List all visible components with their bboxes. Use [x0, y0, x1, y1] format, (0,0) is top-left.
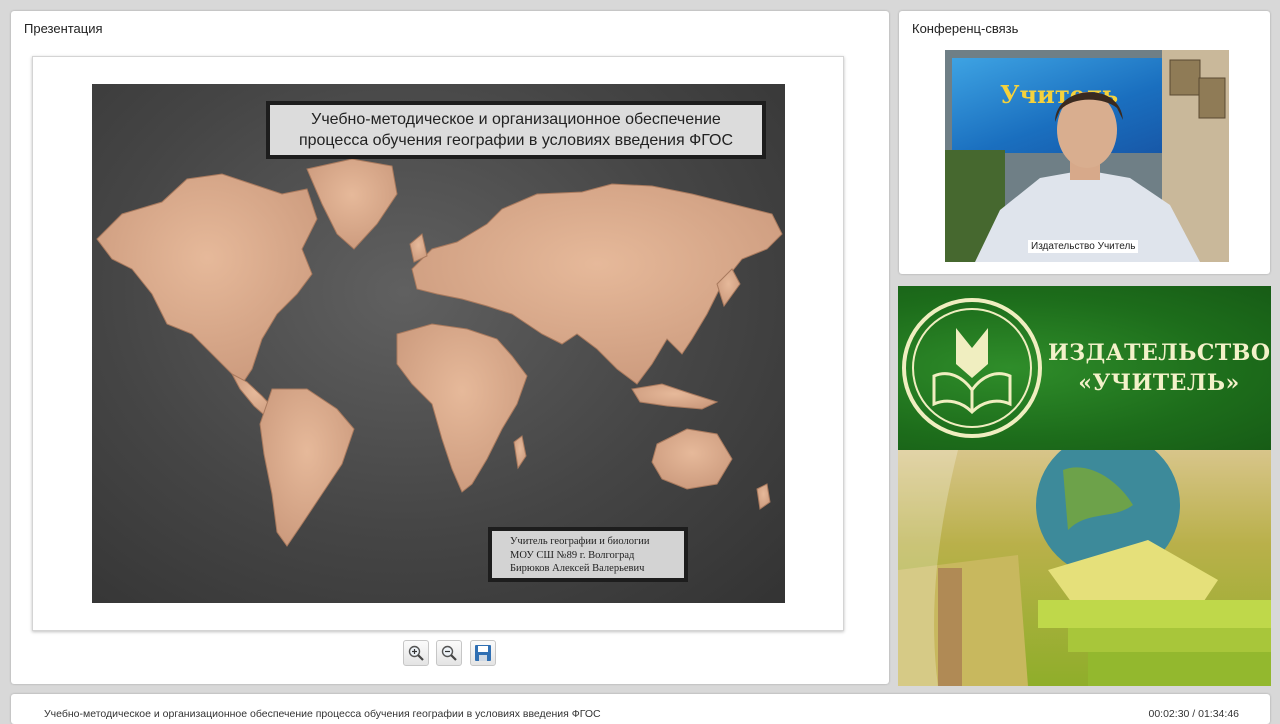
presentation-slide: Учебно-методическое и организационное об…: [92, 84, 785, 603]
slide-title-line1: Учебно-методическое и организационное об…: [311, 111, 721, 128]
save-button[interactable]: [470, 640, 496, 666]
zoom-out-button[interactable]: [436, 640, 462, 666]
publisher-banner-top: ИЗДАТЕЛЬСТВО «УЧИТЕЛЬ»: [898, 286, 1271, 450]
world-map-image: [96, 158, 783, 547]
slide-title-line2: процесса обучения географии в условиях в…: [298, 132, 734, 149]
conference-panel-title: Конференц-связь: [912, 21, 1019, 36]
author-info: Учитель географии и биологии МОУ СШ №89 …: [492, 531, 684, 578]
video-label: Издательство Учитель: [1028, 240, 1139, 253]
publisher-name-line1: ИЗДАТЕЛЬСТВО: [1048, 340, 1271, 366]
author-line3: Бирюков Алексей Валерьевич: [510, 563, 645, 574]
presentation-panel-title: Презентация: [24, 21, 103, 36]
slide-frame: Учебно-методическое и организационное об…: [32, 56, 844, 631]
publisher-banner: ИЗДАТЕЛЬСТВО «УЧИТЕЛЬ»: [898, 286, 1271, 686]
zoom-in-button[interactable]: [403, 640, 429, 666]
books-globe-image: [898, 450, 1271, 686]
slide-title-box: Учебно-методическое и организационное об…: [266, 101, 766, 159]
zoom-in-icon: [408, 645, 424, 661]
author-line1: Учитель географии и биологии: [510, 536, 650, 547]
publisher-name: ИЗДАТЕЛЬСТВО «УЧИТЕЛЬ»: [1048, 338, 1270, 398]
video-feed[interactable]: Учитель Издательство Учитель: [945, 50, 1229, 262]
author-box: Учитель географии и биологии МОУ СШ №89 …: [488, 527, 688, 582]
speaker-image: [945, 50, 1229, 262]
presentation-caption: Учебно-методическое и организационное об…: [44, 708, 601, 720]
save-icon: [475, 645, 491, 661]
publisher-logo-icon: [902, 298, 1042, 438]
presentation-panel: Презентация Учебно-методическое и органи…: [11, 11, 889, 684]
author-line2: МОУ СШ №89 г. Волгоград: [510, 549, 635, 561]
publisher-name-line2: «УЧИТЕЛЬ»: [1078, 370, 1240, 396]
zoom-out-icon: [441, 645, 457, 661]
conference-panel: Конференц-связь Учитель Издательство Учи…: [899, 11, 1270, 274]
playback-timecode: 00:02:30 / 01:34:46: [1148, 708, 1240, 720]
slide-title: Учебно-методическое и организационное об…: [270, 105, 762, 155]
